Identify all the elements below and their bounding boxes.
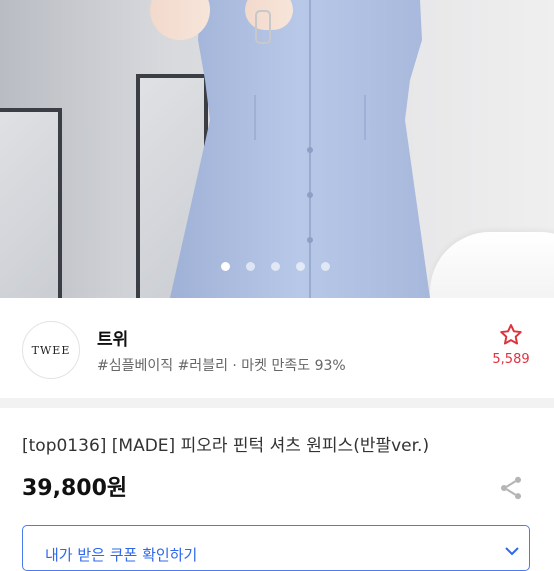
carousel-dot[interactable] xyxy=(296,262,305,271)
carousel-dot[interactable] xyxy=(321,262,330,271)
carousel-dot[interactable] xyxy=(221,262,230,271)
coupon-check-button[interactable]: 내가 받은 쿠폰 확인하기 xyxy=(22,525,530,571)
coupon-label: 내가 받은 쿠폰 확인하기 xyxy=(45,546,198,564)
bracelet xyxy=(255,10,271,44)
product-price: 39,800원 xyxy=(22,476,128,501)
dress-image xyxy=(170,0,430,298)
shop-logo-text: TWEE xyxy=(31,343,71,357)
share-icon[interactable] xyxy=(497,474,525,502)
shop-info-row[interactable]: TWEE 트위 #심플베이직 #러블리 · 마켓 만족도 93% 5,589 xyxy=(0,298,554,398)
favorite-button[interactable]: 5,589 xyxy=(488,322,534,367)
chevron-down-icon xyxy=(505,547,519,556)
section-divider xyxy=(0,398,554,408)
favorite-count: 5,589 xyxy=(492,352,530,367)
product-title: [top0136] [MADE] 피오라 핀턱 셔츠 원피스(반팔ver.) xyxy=(22,436,430,456)
carousel-indicator xyxy=(221,262,330,272)
carousel-dot[interactable] xyxy=(271,262,280,271)
star-outline-icon xyxy=(500,324,522,345)
shop-name[interactable]: 트위 xyxy=(97,325,128,350)
product-image-carousel[interactable] xyxy=(0,0,554,298)
background-frame xyxy=(0,108,62,298)
shop-logo[interactable]: TWEE xyxy=(22,321,80,379)
carousel-dot[interactable] xyxy=(246,262,255,271)
shop-tags: #심플베이직 #러블리 · 마켓 만족도 93% xyxy=(97,358,346,374)
